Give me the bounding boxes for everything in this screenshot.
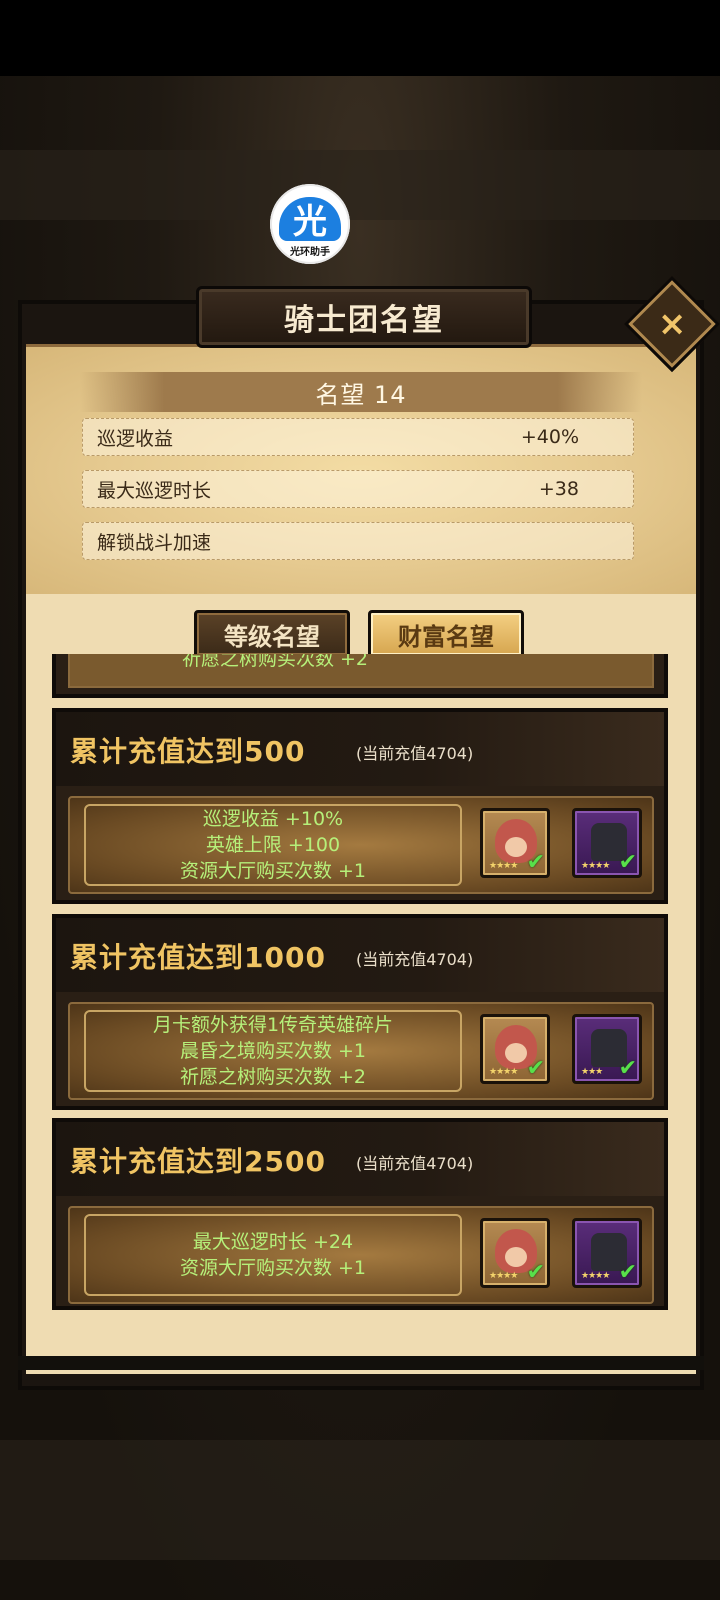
star-rating: ★★★★ [489, 861, 518, 871]
gear-reward-icon[interactable]: ★★★★ ✔ [572, 808, 642, 878]
card-progress: (当前充值4704) [356, 744, 474, 763]
reward-card-partial: 祈愿之树购买次数 +2 [52, 654, 668, 698]
reward-list-box: 最大巡逻时长 +24 资源大厅购买次数 +1 [84, 1214, 462, 1296]
card-body: 月卡额外获得1传奇英雄碎片 晨昏之境购买次数 +1 祈愿之树购买次数 +2 ★★… [68, 1002, 654, 1100]
reward-card-2500: 累计充值达到2500 (当前充值4704) 最大巡逻时长 +24 资源大厅购买次… [52, 1118, 668, 1310]
hero-reward-icon[interactable]: ★★★★ ✔ [480, 808, 550, 878]
reward-line: 资源大厅购买次数 +1 [179, 860, 367, 882]
gear-reward-icon[interactable]: ★★★ ✔ [572, 1014, 642, 1084]
card-title: 累计充值达到500 [70, 735, 306, 768]
assistant-caption: 光环助手 [290, 246, 330, 258]
background-strip [0, 1440, 720, 1560]
gear-reward-icon[interactable]: ★★★★ ✔ [572, 1218, 642, 1288]
reward-line: 资源大厅购买次数 +1 [179, 1257, 367, 1279]
reward-list-box: 巡逻收益 +10% 英雄上限 +100 资源大厅购买次数 +1 [84, 804, 462, 886]
card-progress: (当前充值4704) [356, 950, 474, 969]
tab-strip [26, 594, 696, 654]
star-rating: ★★★★ [581, 861, 610, 871]
assistant-logo-icon: 光 [279, 196, 341, 242]
star-rating: ★★★★ [489, 1271, 518, 1281]
reward-line: 英雄上限 +100 [205, 834, 341, 856]
card-title: 累计充值达到1000 [70, 941, 326, 974]
tab-level-reputation[interactable]: 等级名望 [194, 610, 350, 658]
card-title: 累计充值达到2500 [70, 1145, 326, 1178]
checkmark-icon: ✔ [526, 1260, 545, 1285]
reward-line: 巡逻收益 +10% [202, 808, 344, 830]
card-progress: (当前充值4704) [356, 1154, 474, 1173]
reward-line: 最大巡逻时长 +24 [192, 1231, 354, 1253]
checkmark-icon: ✔ [618, 1260, 637, 1285]
checkmark-icon: ✔ [526, 1056, 545, 1081]
reward-line: 祈愿之树购买次数 +2 [181, 654, 369, 670]
card-body: 最大巡逻时长 +24 资源大厅购买次数 +1 ★★★★ ✔ ★★★★ ✔ [68, 1206, 654, 1304]
stat-label: 巡逻收益 [97, 427, 174, 450]
stat-label: 最大巡逻时长 [97, 479, 212, 502]
reward-line: 月卡额外获得1传奇英雄碎片 [152, 1014, 394, 1036]
stat-label: 解锁战斗加速 [97, 531, 212, 554]
reward-card-1000: 累计充值达到1000 (当前充值4704) 月卡额外获得1传奇英雄碎片 晨昏之境… [52, 914, 668, 1110]
stat-row-battle-speedup: 解锁战斗加速 [82, 522, 634, 560]
dialog-bottom-edge [18, 1356, 704, 1370]
stat-row-max-patrol-time: 最大巡逻时长 +38 [82, 470, 634, 508]
stat-row-patrol-income: 巡逻收益 +40% [82, 418, 634, 456]
reward-line: 晨昏之境购买次数 +1 [179, 1040, 367, 1062]
stat-value: +38 [538, 478, 579, 500]
checkmark-icon: ✔ [618, 850, 637, 875]
dialog-title-text: 骑士团名望 [284, 303, 444, 338]
dialog-title: 骑士团名望 [196, 286, 532, 348]
checkmark-icon: ✔ [618, 1056, 637, 1081]
reward-card-500: 累计充值达到500 (当前充值4704) 巡逻收益 +10% 英雄上限 +100… [52, 708, 668, 904]
tab-wealth-reputation[interactable]: 财富名望 [368, 610, 524, 658]
star-rating: ★★★★ [489, 1067, 518, 1077]
checkmark-icon: ✔ [526, 850, 545, 875]
stat-value: +40% [520, 426, 579, 448]
status-bar [0, 0, 720, 76]
reward-list-box: 月卡额外获得1传奇英雄碎片 晨昏之境购买次数 +1 祈愿之树购买次数 +2 [84, 1010, 462, 1092]
card-body: 巡逻收益 +10% 英雄上限 +100 资源大厅购买次数 +1 ★★★★ ✔ ★… [68, 796, 654, 894]
background-strip [0, 150, 720, 220]
star-rating: ★★★ [581, 1067, 603, 1077]
reward-line: 祈愿之树购买次数 +2 [179, 1066, 367, 1088]
hero-reward-icon[interactable]: ★★★★ ✔ [480, 1014, 550, 1084]
overlay-assistant-badge[interactable]: 光 光环助手 [270, 184, 350, 264]
close-icon: × [657, 304, 687, 344]
star-rating: ★★★★ [581, 1271, 610, 1281]
reward-card-body: 祈愿之树购买次数 +2 [68, 654, 654, 688]
hero-reward-icon[interactable]: ★★★★ ✔ [480, 1218, 550, 1288]
reputation-level: 名望 14 [80, 372, 642, 412]
